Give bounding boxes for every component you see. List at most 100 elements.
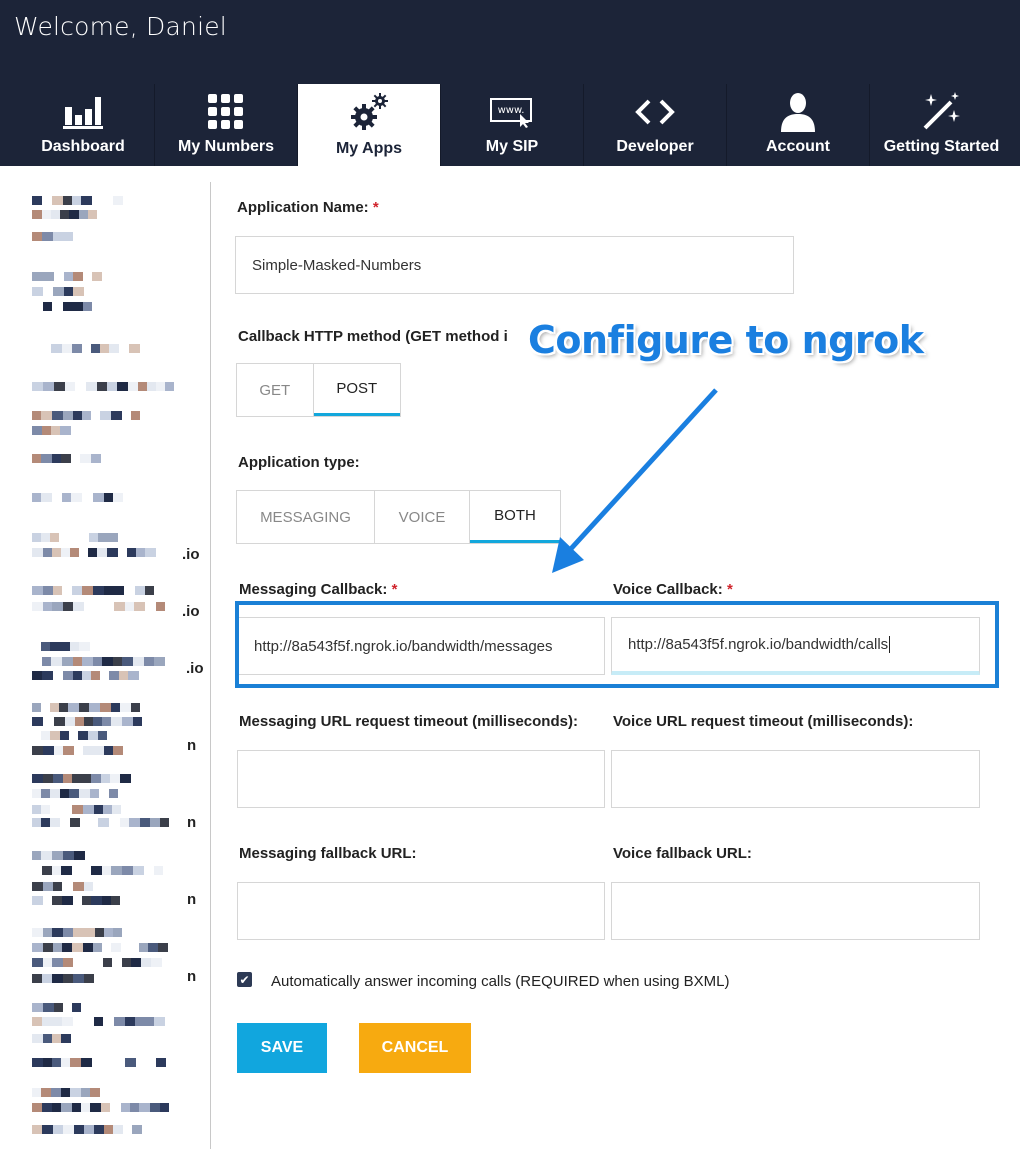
pixel-block [98,533,109,542]
pixel-block [110,774,120,783]
obscured-app-item[interactable] [32,302,101,316]
obscured-app-item[interactable] [32,1058,166,1072]
pixel-block [140,818,150,827]
obscured-app-item[interactable] [32,1125,142,1139]
obscured-app-item[interactable] [32,454,101,468]
voice-timeout-input[interactable] [611,750,980,808]
obscured-app-item[interactable] [32,1103,169,1117]
pixel-block [73,287,84,296]
tab-my-numbers[interactable]: My Numbers [155,84,298,166]
pixel-block [53,774,63,783]
obscured-app-item[interactable] [32,1034,82,1048]
tab-account[interactable]: Account [727,84,870,166]
pixel-block [51,210,60,219]
pixel-block [50,533,59,542]
obscured-app-item[interactable] [32,928,122,942]
pixel-block [41,851,52,860]
tab-my-apps[interactable]: My Apps [298,84,441,166]
obscured-app-item[interactable] [32,642,90,656]
pixel-block [52,1058,61,1067]
obscured-app-item[interactable] [32,774,151,788]
pixel-block [82,896,91,905]
method-get-button[interactable]: GET [237,364,314,416]
pixel-block [90,1088,100,1097]
pixel-block [70,642,79,651]
obscured-app-item[interactable] [32,1088,100,1102]
pixel-block [32,943,43,952]
code-brackets-icon [584,92,726,132]
pixel-block [92,272,102,281]
method-post-button[interactable]: POST [313,364,400,416]
sidebar-item-suffix: n [187,891,197,908]
obscured-app-item[interactable] [32,703,140,717]
obscured-app-item[interactable] [32,943,168,957]
app-name-input[interactable]: Simple-Masked-Numbers [235,236,794,294]
obscured-app-item[interactable] [32,533,118,547]
obscured-app-item[interactable] [32,210,117,224]
messaging-timeout-input[interactable] [237,750,605,808]
obscured-app-item[interactable] [32,851,85,865]
obscured-app-item[interactable] [32,272,102,286]
pixel-block [43,943,53,952]
obscured-app-item[interactable] [32,586,165,600]
obscured-app-item[interactable] [32,974,94,988]
obscured-app-item[interactable] [32,896,130,910]
voice-fallback-input[interactable] [611,882,980,940]
obscured-app-item[interactable] [32,1003,81,1017]
obscured-app-item[interactable] [32,818,169,832]
pixel-block [72,196,81,205]
obscured-app-item[interactable] [32,671,139,685]
obscured-app-item[interactable] [32,232,82,246]
tab-developer[interactable]: Developer [584,84,727,166]
obscured-app-item[interactable] [32,866,174,880]
obscured-app-item[interactable] [32,196,123,210]
obscured-app-item[interactable] [32,287,84,301]
pixel-block [101,1103,110,1112]
pixel-block [73,882,84,891]
auto-answer-checkbox[interactable]: ✔ [237,972,252,987]
obscured-app-item[interactable] [32,382,174,396]
type-voice-button[interactable]: VOICE [375,491,470,543]
pixel-block [151,958,162,967]
obscured-app-item[interactable] [32,958,162,972]
obscured-app-item[interactable] [32,493,133,507]
pixel-block [93,493,104,502]
type-messaging-button[interactable]: MESSAGING [237,491,375,543]
pixel-block [74,851,85,860]
obscured-app-item[interactable] [32,805,121,819]
obscured-app-item[interactable] [32,717,142,731]
pixel-block [84,717,93,726]
obscured-app-item[interactable] [32,1017,174,1031]
pixel-block [42,232,53,241]
tab-my-sip[interactable]: www. My SIP [441,84,584,166]
cancel-button[interactable]: CANCEL [359,1023,471,1073]
messaging-callback-label: Messaging Callback: * [239,581,397,598]
obscured-app-item[interactable] [32,411,140,425]
auto-answer-label: Automatically answer incoming calls (REQ… [271,973,730,990]
pixel-block [32,958,43,967]
pixel-block [43,382,54,391]
input-value: Simple-Masked-Numbers [252,256,422,274]
tab-dashboard[interactable]: Dashboard [12,84,155,166]
app-type-label: Application type: [238,454,360,471]
pixel-block [32,789,41,798]
obscured-app-item[interactable] [32,344,140,358]
tab-getting-started[interactable]: Getting Started [870,84,1013,166]
tab-label: My Numbers [177,138,275,155]
obscured-app-item[interactable] [32,746,123,760]
obscured-app-item[interactable] [32,657,165,671]
save-button[interactable]: SAVE [237,1023,327,1073]
obscured-app-item[interactable] [32,426,82,440]
messaging-fallback-input[interactable] [237,882,605,940]
pixel-block [94,805,103,814]
obscured-app-item[interactable] [32,548,156,562]
obscured-app-item[interactable] [32,789,118,803]
pixel-block [129,344,140,353]
pixel-block [32,196,42,205]
pixel-block [41,411,52,420]
pixel-block [82,586,93,595]
obscured-app-item[interactable] [32,731,107,745]
obscured-app-item[interactable] [32,882,93,896]
pixel-block [93,943,102,952]
obscured-app-item[interactable] [32,602,175,616]
